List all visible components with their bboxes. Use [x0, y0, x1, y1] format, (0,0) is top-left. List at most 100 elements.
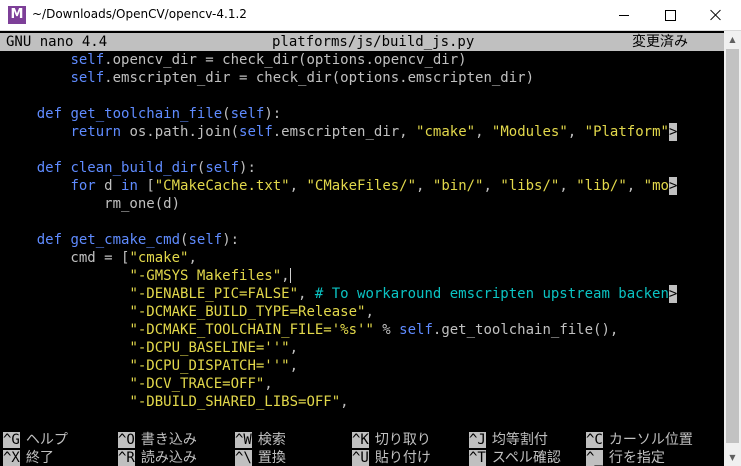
scroll-up-arrow-icon[interactable]: ▲ — [724, 31, 741, 48]
code-line: "-DBUILD_SHARED_LIBS=OFF", — [0, 393, 724, 411]
terminal-window: M ~/Downloads/OpenCV/opencv-4.1.2 GNU na… — [0, 0, 741, 466]
code-token: self — [230, 106, 265, 122]
code-token: , — [281, 268, 290, 284]
code-token: , — [365, 304, 374, 320]
shortcut-key: ^T — [469, 450, 486, 466]
code-line: "-DCV_TRACE=OFF", — [0, 375, 724, 393]
code-token: "-DENABLE_PIC=FALSE" — [129, 286, 299, 302]
shortcut-key: ^U — [352, 450, 369, 466]
code-token: def — [36, 160, 63, 176]
code-token: [ — [137, 178, 155, 194]
code-token: , — [340, 394, 349, 410]
scrollbar-thumb[interactable] — [726, 49, 739, 443]
shortcut-key: ^_ — [586, 450, 603, 466]
vertical-scrollbar[interactable]: ▲ ▼ — [724, 31, 741, 466]
code-token: , — [559, 178, 577, 194]
maximize-button[interactable] — [647, 0, 693, 30]
shortcut-item: ^T スペル確認 — [469, 449, 561, 466]
close-icon — [710, 9, 722, 21]
editor-text-area[interactable]: self.opencv_dir = check_dir(options.open… — [0, 51, 724, 431]
shortcut-item: ^O 書き込み — [118, 431, 197, 449]
code-token: , — [289, 340, 299, 356]
code-token: self — [70, 52, 105, 68]
terminal-area[interactable]: GNU nano 4.4 platforms/js/build_js.py 変更… — [0, 31, 741, 466]
window-title: ~/Downloads/OpenCV/opencv-4.1.2 — [32, 7, 247, 21]
code-token: d — [95, 178, 122, 194]
close-button[interactable] — [693, 0, 739, 30]
line-continuation-marker: > — [668, 123, 678, 141]
shortcut-item: ^_ 行を指定 — [586, 449, 665, 466]
code-token: , — [626, 178, 644, 194]
shortcut-item: ^W 検索 — [235, 431, 286, 449]
shortcut-label: スペル確認 — [491, 450, 561, 466]
code-token: self — [239, 124, 273, 140]
code-token: self — [205, 160, 240, 176]
shortcut-item: ^U 貼り付け — [352, 449, 431, 466]
code-token: "-GMSYS Makefiles" — [129, 268, 282, 284]
code-token: "-DCMAKE_BUILD_TYPE=Release" — [129, 304, 366, 320]
code-line: def get_cmake_cmd(self): — [0, 231, 724, 249]
code-line: "-GMSYS Makefiles", — [0, 267, 724, 285]
code-token: "cmake" — [416, 124, 476, 140]
shortcut-key: ^J — [469, 432, 486, 448]
code-token: "-DCV_TRACE=OFF" — [129, 376, 265, 392]
code-token: return — [70, 124, 122, 140]
code-token: .opencv_dir = check_dir(options.opencv_d… — [104, 52, 467, 68]
code-token: in — [121, 178, 138, 194]
scroll-down-arrow-icon[interactable]: ▼ — [724, 449, 741, 466]
code-line: "-DCPU_DISPATCH=''", — [0, 357, 724, 375]
maximize-icon — [664, 9, 676, 21]
nano-filename: platforms/js/build_js.py — [272, 34, 475, 50]
nano-version: GNU nano 4.4 — [6, 34, 108, 50]
code-line: return os.path.join(self.emscripten_dir,… — [0, 123, 724, 141]
shortcut-key: ^W — [235, 432, 252, 448]
nano-title-bar: GNU nano 4.4 platforms/js/build_js.py 変更… — [0, 33, 724, 51]
code-token: rm_one(d) — [3, 196, 181, 212]
shortcut-label: 均等割付 — [491, 432, 548, 448]
shortcut-label: 置換 — [257, 450, 286, 466]
code-token: clean_build_dir — [70, 160, 197, 176]
code-token: ): — [239, 160, 256, 176]
code-token: "cmake" — [129, 250, 189, 266]
code-token: "Platform" — [584, 124, 669, 140]
shortcut-key: ^\ — [235, 450, 252, 466]
code-token: "libs/" — [500, 178, 560, 194]
code-token: , — [298, 286, 315, 302]
shortcut-item: ^\ 置換 — [235, 449, 286, 466]
code-line: def clean_build_dir(self): — [0, 159, 724, 177]
shortcut-label: 検索 — [257, 432, 286, 448]
code-token: , — [483, 178, 501, 194]
window-titlebar[interactable]: M ~/Downloads/OpenCV/opencv-4.1.2 — [0, 0, 741, 31]
code-token: .emscripten_dir, — [272, 124, 417, 140]
mintty-app-icon[interactable]: M — [8, 6, 26, 24]
shortcut-key: ^C — [586, 432, 603, 448]
code-token: def — [36, 106, 63, 122]
code-token: "-DBUILD_SHARED_LIBS=OFF" — [129, 394, 341, 410]
code-token: "CMakeFiles/" — [306, 178, 417, 194]
code-token: "-DCPU_DISPATCH=''" — [129, 358, 290, 374]
code-token: self — [188, 232, 223, 248]
code-token: , — [264, 376, 273, 392]
code-token: "-DCMAKE_TOOLCHAIN_FILE='%s'" — [129, 322, 374, 338]
code-token: ): — [264, 106, 282, 122]
shortcut-key: ^G — [3, 432, 20, 448]
code-token: for — [70, 178, 96, 194]
code-token: "Modules" — [491, 124, 568, 140]
shortcut-label: 行を指定 — [608, 450, 665, 466]
minimize-button[interactable] — [601, 0, 647, 30]
shortcut-label: 切り取り — [374, 432, 431, 448]
shortcut-item: ^G ヘルプ — [3, 431, 68, 449]
